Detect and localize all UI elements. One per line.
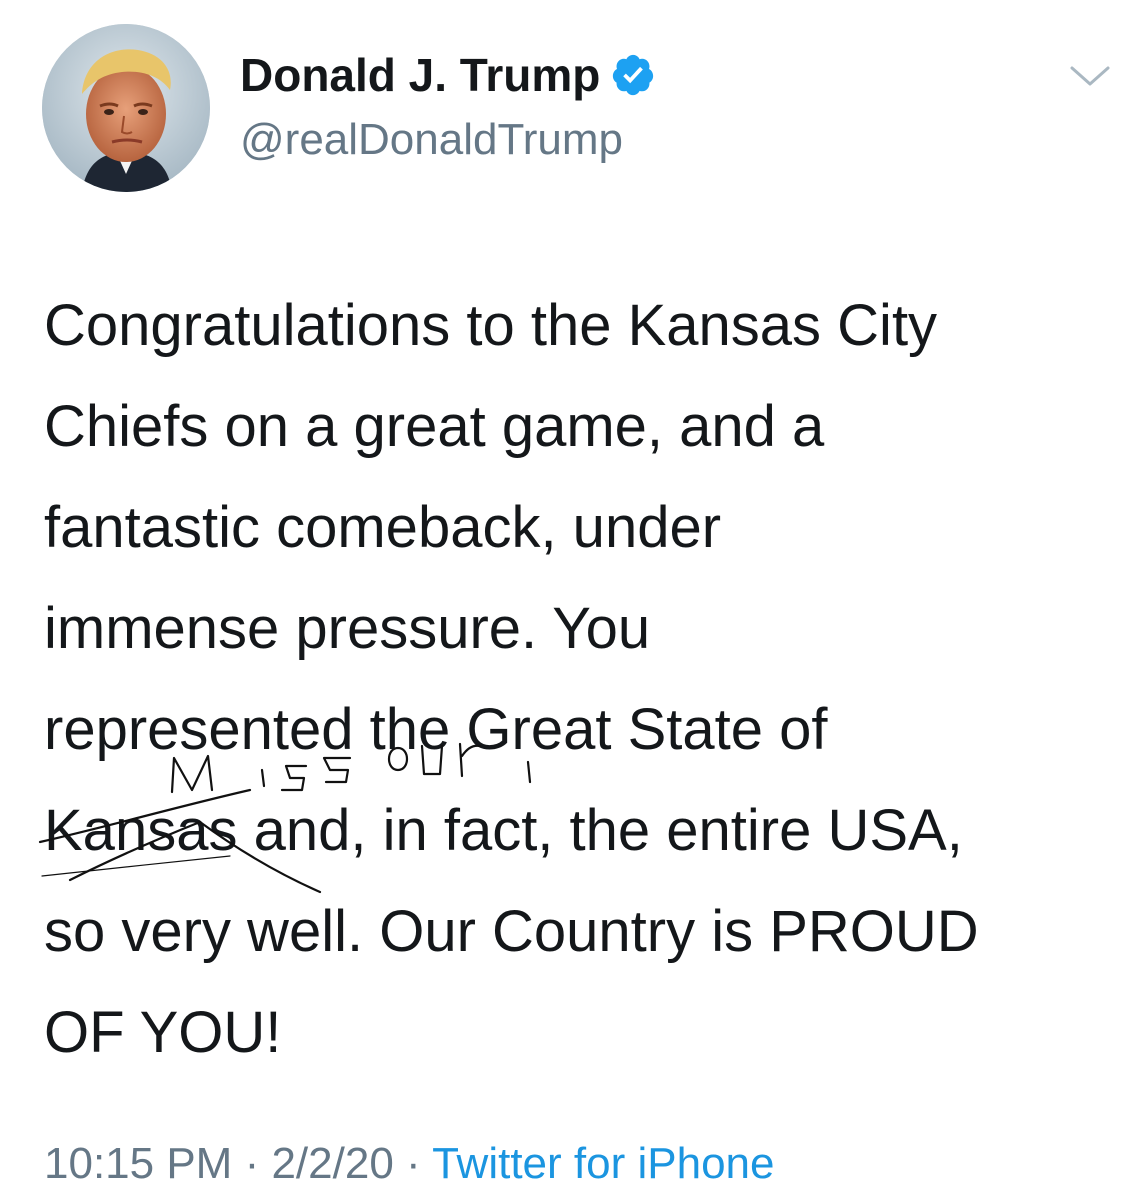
tweet-text-line: immense pressure. You (44, 596, 651, 661)
tweet-date[interactable]: 2/2/20 (271, 1139, 393, 1188)
tweet-text: Congratulations to the Kansas City Chief… (44, 275, 1114, 1083)
author-name-row[interactable]: Donald J. Trump (240, 52, 656, 98)
tweet-source-link[interactable]: Twitter for iPhone (432, 1139, 774, 1188)
tweet-text-line: Congratulations to the Kansas City (44, 293, 938, 358)
avatar-photo (42, 24, 210, 192)
meta-separator: · (393, 1139, 433, 1188)
tweet-text-line: Chiefs on a great game, and a (44, 394, 825, 459)
avatar[interactable] (42, 24, 210, 192)
tweet-text-line: OF YOU! (44, 1000, 282, 1065)
tweet-metadata: 10:15 PM · 2/2/20 · Twitter for iPhone (44, 1138, 774, 1190)
tweet-text-line: represented the Great State of (44, 697, 828, 762)
tweet-text-line: Kansas and, in fact, the entire USA, (44, 798, 963, 863)
meta-separator: · (232, 1139, 272, 1188)
tweet-card: Donald J. Trump @realDonaldTrump Congrat… (0, 0, 1144, 1188)
tweet-text-line: so very well. Our Country is PROUD (44, 899, 979, 964)
author-display-name[interactable]: Donald J. Trump (240, 52, 600, 98)
tweet-text-line: fantastic comeback, under (44, 495, 722, 560)
author-handle[interactable]: @realDonaldTrump (240, 118, 623, 162)
chevron-down-icon[interactable] (1068, 62, 1112, 90)
verified-badge-icon (613, 54, 654, 96)
tweet-time[interactable]: 10:15 PM (44, 1139, 232, 1188)
